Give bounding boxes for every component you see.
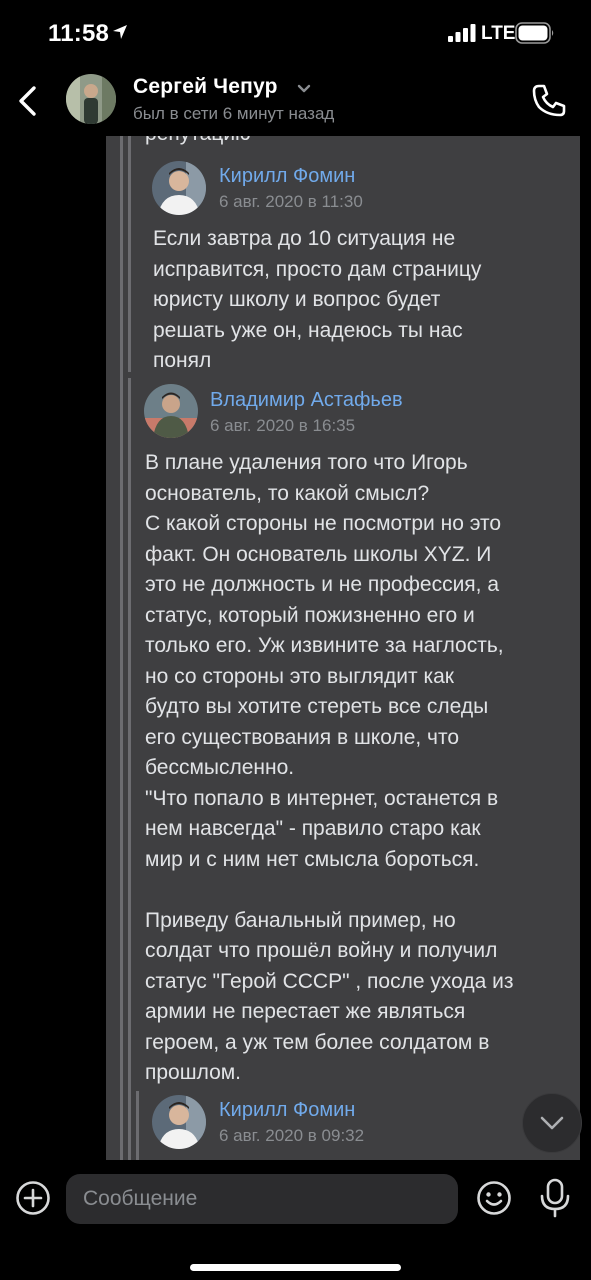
microphone-icon [540,1178,570,1218]
author-photo-icon [152,1095,206,1149]
chat-header: Сергей Чепур был в сети 6 минут назад [0,66,591,136]
message-input[interactable] [66,1174,458,1224]
phone-icon [532,84,566,117]
forward-author-name[interactable]: Кирилл Фомин [219,165,355,188]
author-photo-icon [152,161,206,215]
status-time: 11:58 [48,20,110,47]
chat-screen: 11:58 LTE Сергей Чепур был в сети 6 мину… [0,0,591,1280]
emoji-button[interactable] [476,1180,512,1216]
back-button[interactable] [10,80,44,122]
forward-message-text: Если завтра до 10 ситуация не исправится… [153,227,482,372]
forward-quote-bar [120,136,123,1160]
author-photo-icon [144,384,198,438]
forward-author-avatar[interactable] [152,1095,206,1149]
forward-author-name[interactable]: Владимир Астафьев [210,389,403,412]
forward-date: 6 авг. 2020 в 09:32 [219,1126,365,1145]
forward-author-avatar[interactable] [152,161,206,215]
forward-quote-bar [128,378,131,1160]
truncated-message-text: репутацию [145,136,251,146]
forward-quote-bar [136,1091,139,1160]
plus-circle-icon [16,1181,50,1215]
forward-quote-bar [128,136,131,372]
smile-icon [477,1181,511,1215]
chevron-down-icon[interactable] [296,82,312,94]
contact-name[interactable]: Сергей Чепур [133,75,278,99]
network-type: LTE [481,23,516,44]
attach-button[interactable] [15,1180,51,1216]
status-bar: 11:58 LTE [0,0,591,66]
cellular-signal-icon [448,24,476,42]
home-indicator [190,1264,401,1271]
call-button[interactable] [530,82,568,120]
contact-last-seen: был в сети 6 минут назад [133,104,335,123]
message-composer [0,1160,591,1280]
forward-author-name[interactable]: Кирилл Фомин [219,1099,355,1122]
message-list[interactable]: репутацию Кирилл Фомин 6 авг. 2020 в 11:… [0,136,591,1160]
location-arrow-icon [113,25,127,39]
forward-date: 6 авг. 2020 в 16:35 [210,416,356,435]
forward-author-avatar[interactable] [144,384,198,438]
chevron-down-icon [540,1116,564,1130]
scroll-down-button[interactable] [522,1093,582,1153]
contact-photo-icon [66,74,116,124]
contact-avatar[interactable] [66,74,116,124]
chevron-left-icon [19,86,36,116]
forward-message-text: В плане удаления того что Игорь основате… [145,451,514,1084]
voice-message-button[interactable] [538,1178,572,1218]
forward-date: 6 авг. 2020 в 11:30 [219,192,363,211]
battery-icon [515,22,554,44]
